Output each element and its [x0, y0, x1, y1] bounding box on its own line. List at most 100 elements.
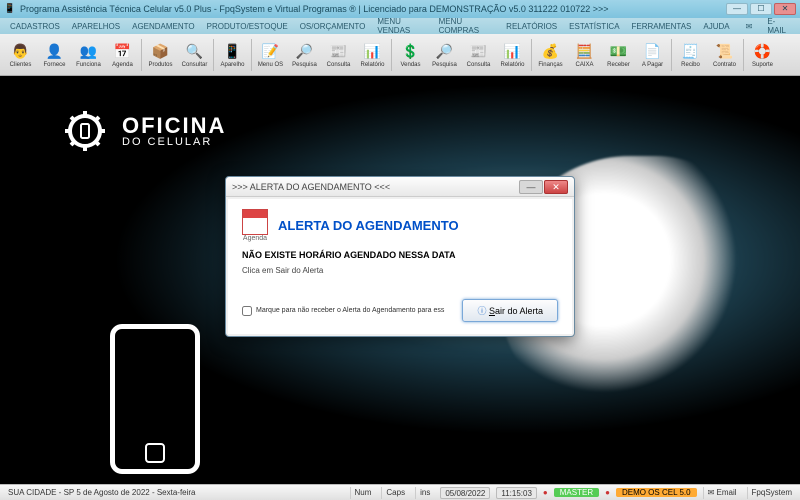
toolbar-icon: 👥 — [79, 41, 99, 61]
menu-item[interactable]: AGENDAMENTO — [126, 22, 201, 31]
menu-item[interactable]: RELATÓRIOS — [500, 22, 563, 31]
toolbar-produtos[interactable]: 📦Produtos — [144, 36, 177, 74]
status-numlock: Num — [350, 487, 376, 499]
toolbar-icon: 📦 — [151, 41, 171, 61]
toolbar-funciona[interactable]: 👥Funciona — [72, 36, 105, 74]
toolbar-suporte[interactable]: 🛟Suporte — [746, 36, 779, 74]
toolbar-icon: 📰 — [329, 41, 349, 61]
dialog-titlebar: >>> ALERTA DO AGENDAMENTO <<< — ✕ — [226, 177, 574, 197]
menu-item[interactable]: AJUDA — [697, 22, 735, 31]
window-titlebar: 📱 Programa Assistência Técnica Celular v… — [0, 0, 800, 18]
window-buttons: — ☐ ✕ — [726, 3, 796, 15]
toolbar-icon: 🧾 — [681, 41, 701, 61]
toolbar-icon: 📜 — [715, 41, 735, 61]
dialog-message-primary: NÃO EXISTE HORÁRIO AGENDADO NESSA DATA — [242, 250, 558, 260]
toolbar-clientes[interactable]: 👨Clientes — [4, 36, 37, 74]
menu-item[interactable]: MENU COMPRAS — [433, 17, 501, 35]
app-logo: OFICINA DO CELULAR — [60, 106, 226, 156]
dialog-close-button[interactable]: ✕ — [544, 180, 568, 194]
toolbar-icon: 📊 — [363, 41, 383, 61]
toolbar-label: Aparelho — [220, 62, 244, 68]
maximize-button[interactable]: ☐ — [750, 3, 772, 15]
dialog-minimize-button[interactable]: — — [519, 180, 543, 194]
toolbar-consulta[interactable]: 📰Consulta — [322, 36, 355, 74]
dialog-title: >>> ALERTA DO AGENDAMENTO <<< — [232, 182, 390, 192]
toolbar-label: Funciona — [76, 62, 101, 68]
suppress-alert-input[interactable] — [242, 306, 252, 316]
toolbar-recibo[interactable]: 🧾Recibo — [674, 36, 707, 74]
envelope-icon: ✉ — [740, 22, 759, 31]
toolbar-separator — [141, 39, 142, 71]
workspace: OFICINA DO CELULAR >>> ALERTA DO AGENDAM… — [0, 76, 800, 484]
toolbar-agenda[interactable]: 📅Agenda — [106, 36, 139, 74]
toolbar-label: Agenda — [112, 62, 133, 68]
toolbar-a pagar[interactable]: 📄A Pagar — [636, 36, 669, 74]
toolbar-label: Menu OS — [258, 62, 283, 68]
menu-item[interactable]: FERRAMENTAS — [626, 22, 698, 31]
toolbar-icon: 💲 — [401, 41, 421, 61]
minimize-button[interactable]: — — [726, 3, 748, 15]
status-user: MASTER — [554, 488, 599, 497]
menu-item[interactable]: PRODUTO/ESTOQUE — [201, 22, 294, 31]
info-icon: ⓘ — [477, 306, 489, 316]
toolbar-label: Produtos — [148, 62, 172, 68]
toolbar-icon: 🛟 — [753, 41, 773, 61]
toolbar-pesquisa[interactable]: 🔎Pesquisa — [288, 36, 321, 74]
bullet-icon: ● — [605, 488, 610, 497]
dialog-heading: ALERTA DO AGENDAMENTO — [278, 218, 459, 233]
toolbar-label: Consulta — [327, 62, 351, 68]
toolbar-icon: 📅 — [113, 41, 133, 61]
bullet-icon: ● — [543, 488, 548, 497]
menu-item[interactable]: MENU VENDAS — [371, 17, 432, 35]
toolbar-contrato[interactable]: 📜Contrato — [708, 36, 741, 74]
toolbar-icon: 💵 — [609, 41, 629, 61]
toolbar-relatório[interactable]: 📊Relatório — [496, 36, 529, 74]
status-vendor[interactable]: FpqSystem — [747, 487, 796, 499]
toolbar-vendas[interactable]: 💲Vendas — [394, 36, 427, 74]
exit-alert-button[interactable]: ⓘ Sair do Alerta — [462, 299, 558, 322]
menu-item[interactable]: CADASTROS — [4, 22, 66, 31]
toolbar-icon: 📄 — [643, 41, 663, 61]
email-label: E-MAIL — [761, 17, 792, 35]
envelope-icon: ✉ — [708, 488, 715, 497]
toolbar-label: Contrato — [713, 62, 736, 68]
dialog-body: Agenda ALERTA DO AGENDAMENTO NÃO EXISTE … — [228, 199, 572, 334]
toolbar-icon: 📱 — [223, 41, 243, 61]
toolbar-icon: 🔎 — [435, 41, 455, 61]
suppress-alert-checkbox[interactable]: Marque para não receber o Alerta do Agen… — [242, 306, 444, 316]
status-license: DEMO OS CEL 5.0 — [616, 488, 697, 497]
toolbar-consultar[interactable]: 🔍Consultar — [178, 36, 211, 74]
calendar-icon — [242, 209, 268, 235]
toolbar-pesquisa[interactable]: 🔎Pesquisa — [428, 36, 461, 74]
toolbar-receber[interactable]: 💵Receber — [602, 36, 635, 74]
toolbar-finanças[interactable]: 💰Finanças — [534, 36, 567, 74]
menu-item[interactable]: APARELHOS — [66, 22, 126, 31]
menu-item[interactable]: ESTATÍSTICA — [563, 22, 625, 31]
status-insert: ins — [415, 487, 434, 499]
toolbar-menu os[interactable]: 📝Menu OS — [254, 36, 287, 74]
toolbar-icon: 📊 — [503, 41, 523, 61]
toolbar-icon: 📝 — [261, 41, 281, 61]
toolbar-aparelho[interactable]: 📱Aparelho — [216, 36, 249, 74]
toolbar-caixa[interactable]: 🧮CAIXA — [568, 36, 601, 74]
dialog-message-secondary: Clica em Sair do Alerta — [242, 266, 558, 275]
toolbar-separator — [531, 39, 532, 71]
menu-email[interactable]: ✉ E-MAIL — [736, 17, 796, 35]
alert-dialog: >>> ALERTA DO AGENDAMENTO <<< — ✕ Agenda… — [225, 176, 575, 337]
toolbar-fornece[interactable]: 👤Fornece — [38, 36, 71, 74]
toolbar-label: Consulta — [467, 62, 491, 68]
toolbar-icon: 🔎 — [295, 41, 315, 61]
status-email[interactable]: ✉ Email — [703, 487, 741, 499]
logo-line2: DO CELULAR — [122, 137, 226, 148]
phone-graphic — [110, 324, 200, 474]
status-capslock: Caps — [381, 487, 409, 499]
menu-item[interactable]: OS/ORÇAMENTO — [294, 22, 372, 31]
toolbar-separator — [671, 39, 672, 71]
toolbar-consulta[interactable]: 📰Consulta — [462, 36, 495, 74]
toolbar-label: Recibo — [681, 62, 700, 68]
gear-icon — [60, 106, 110, 156]
toolbar-relatório[interactable]: 📊Relatório — [356, 36, 389, 74]
toolbar-label: Pesquisa — [432, 62, 457, 68]
close-button[interactable]: ✕ — [774, 3, 796, 15]
toolbar-label: Clientes — [10, 62, 32, 68]
